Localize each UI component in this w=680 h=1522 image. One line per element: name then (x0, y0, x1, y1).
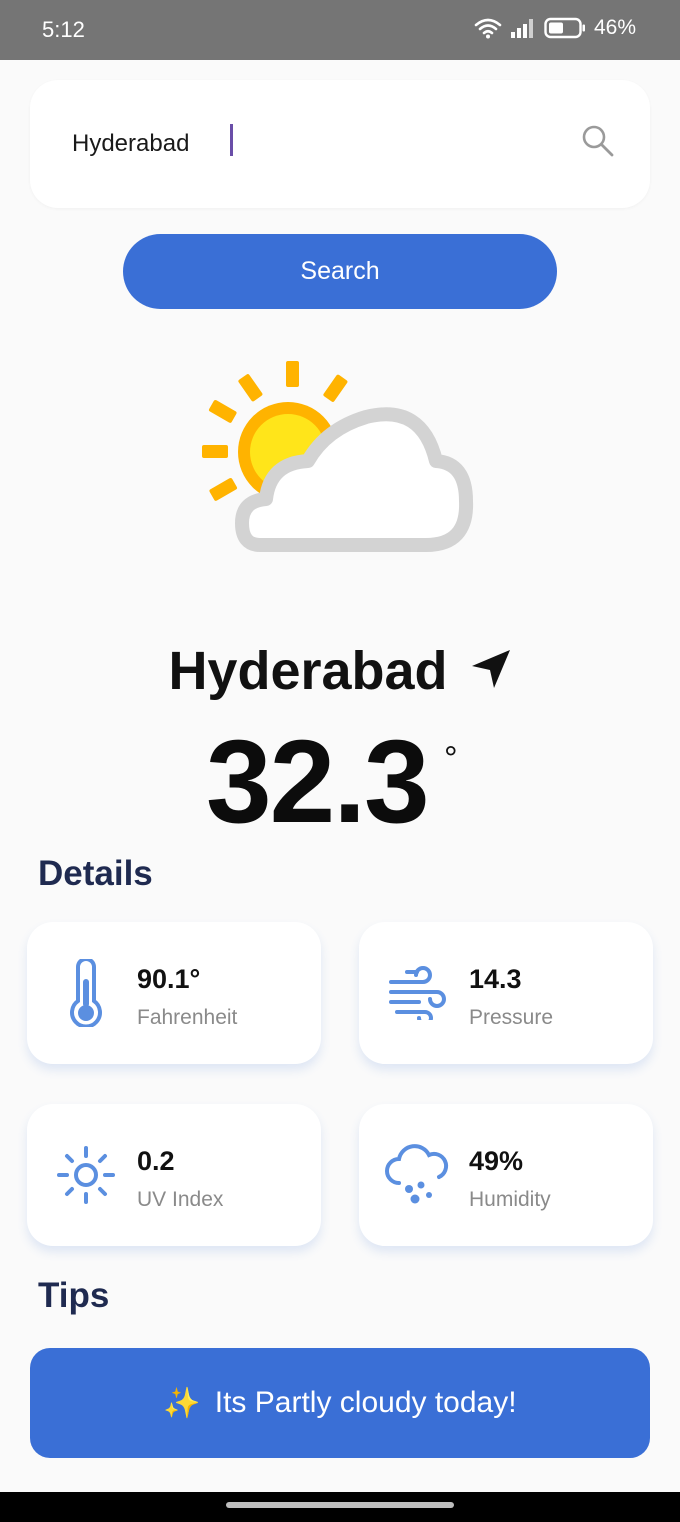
pressure-value: 14.3 (469, 964, 522, 994)
uv-index-value: 0.2 (137, 1146, 175, 1176)
sun-icon (51, 1140, 121, 1210)
fahrenheit-value: 90.1° (137, 964, 201, 994)
navigation-bar (0, 1492, 680, 1522)
status-icons: 46% (474, 16, 636, 40)
status-bar: 5:12 46% (0, 0, 680, 60)
city-name: Hyderabad (168, 641, 448, 701)
home-indicator[interactable] (226, 1502, 454, 1508)
temperature-value: 32.3 (206, 716, 430, 848)
tips-message: Its Partly cloudy today! (214, 1386, 517, 1419)
battery-icon (544, 17, 586, 39)
humidity-label: Humidity (469, 1188, 551, 1211)
search-card (30, 80, 650, 208)
detail-card-pressure: 14.3 Pressure (359, 922, 653, 1064)
partly-cloudy-icon (196, 355, 486, 570)
rain-cloud-icon (383, 1140, 453, 1210)
fahrenheit-label: Fahrenheit (137, 1006, 238, 1029)
thermometer-icon (51, 958, 121, 1028)
city-row: Hyderabad (0, 640, 680, 702)
tips-title: Tips (38, 1276, 110, 1315)
search-button[interactable]: Search (123, 234, 557, 309)
search-icon[interactable] (580, 123, 616, 164)
detail-card-uv-index: 0.2 UV Index (27, 1104, 321, 1246)
signal-icon (510, 18, 536, 38)
wifi-icon (474, 17, 502, 39)
detail-card-humidity: 49% Humidity (359, 1104, 653, 1246)
sparkles-icon: ✨ (163, 1386, 201, 1420)
pressure-label: Pressure (469, 1006, 554, 1029)
tips-banner: ✨ Its Partly cloudy today! (30, 1348, 650, 1458)
search-input[interactable] (72, 126, 552, 162)
uv-index-label: UV Index (137, 1188, 224, 1211)
wind-icon (383, 958, 453, 1028)
battery-percent: 46% (593, 16, 636, 39)
details-title: Details (38, 854, 153, 893)
humidity-value: 49% (469, 1146, 524, 1176)
text-cursor (230, 124, 233, 156)
detail-card-fahrenheit: 90.1° Fahrenheit (27, 922, 321, 1064)
degree-symbol: ° (444, 740, 458, 778)
status-time: 5:12 (42, 17, 85, 42)
navigation-arrow-icon[interactable] (470, 648, 512, 695)
